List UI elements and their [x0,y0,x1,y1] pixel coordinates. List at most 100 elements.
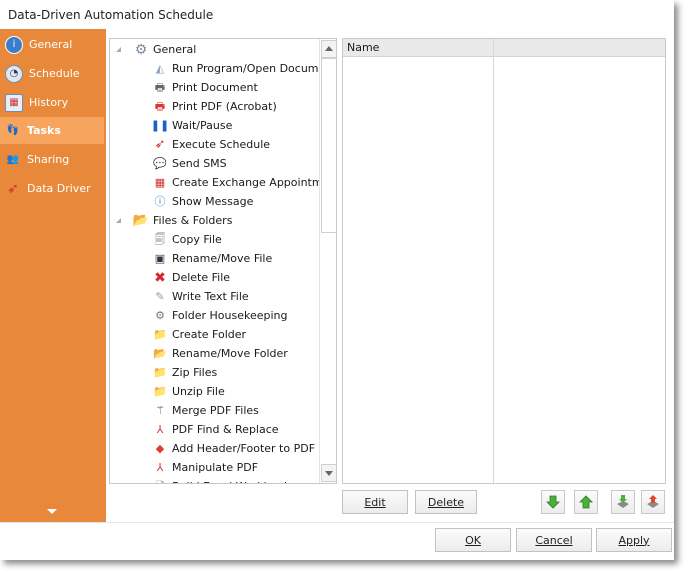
tree-item-label: Rename/Move File [172,252,273,265]
tree-item[interactable]: ➶ Execute Schedule [152,135,271,154]
sidebar-item-sharing[interactable]: 👥 Sharing [0,146,104,173]
calendar-clock-icon: ▦ [5,93,23,112]
tree-item[interactable]: ▣ Rename/Move File [152,249,272,268]
apply-button-label: Apply [618,533,650,547]
sms-icon: 💬 [153,156,167,170]
folder-icon: 📂 [132,212,150,228]
tree-item-label: Write Text File [172,290,249,303]
task-list: Name [342,38,666,484]
sidebar-item-tasks[interactable]: 👣 Tasks [0,117,104,144]
tree-item[interactable]: 📁 Zip Files [152,363,217,382]
tree-item[interactable]: ❚❚ Wait/Pause [151,116,233,135]
tree-item-label: Print Document [172,81,258,94]
edit-button[interactable]: Edit [342,490,408,514]
tree-item[interactable]: 🗋 Build Excel Workbook [152,477,291,484]
task-list-header: Name [343,39,665,57]
tree-item-label: Copy File [172,233,222,246]
tree-item[interactable]: ▦ Create Exchange Appointment [152,173,336,192]
tree-item-label: Rename/Move Folder [172,347,288,360]
clock-icon: ◔ [5,64,23,83]
tree-item-label: Print PDF (Acrobat) [172,100,277,113]
execute-icon: ➶ [154,136,166,152]
apply-button[interactable]: Apply [596,528,672,552]
sidebar-item-label: Schedule [29,67,80,80]
info-icon: ⓘ [154,194,166,208]
tree-group-label: Files & Folders [153,214,233,227]
tree-item[interactable]: 🗐 Copy File [152,230,222,249]
tree-item[interactable]: ✎ Write Text File [152,287,249,306]
dialog-window: Data-Driven Automation Schedule i Genera… [0,0,674,560]
tree-item[interactable]: ⅄ Manipulate PDF [152,458,258,477]
scroll-down-button[interactable] [321,464,336,482]
task-type-tree: ⚙ General ◭ Run Program/Open Document 🖶 … [109,38,337,484]
rename-file-icon: ▣ [154,251,166,265]
export-button[interactable] [641,490,665,514]
tree-scrollbar[interactable] [319,39,336,483]
sidebar-item-data-driver[interactable]: ➶ Data Driver [0,175,104,202]
window-title: Data-Driven Automation Schedule [8,8,214,22]
expander-icon[interactable] [116,47,121,52]
column-header-name[interactable]: Name [347,41,379,54]
cancel-button[interactable]: Cancel [516,528,592,552]
unzip-icon: 📁 [153,384,167,398]
gear-icon: ⚙ [134,41,148,58]
tree-item[interactable]: ⅄ PDF Find & Replace [152,420,279,439]
merge-pdf-icon: ⚚ [155,403,165,417]
tree-item[interactable]: ⓘ Show Message [152,192,254,211]
tree-item-label: Execute Schedule [172,138,271,151]
sidebar-item-schedule[interactable]: ◔ Schedule [0,60,104,87]
scroll-thumb[interactable] [321,58,336,233]
tree-item[interactable]: ◆ Add Header/Footer to PDF [152,439,315,458]
tree-group-files-folders[interactable]: 📂 Files & Folders [116,211,232,230]
tree-item[interactable]: ⚙ Folder Housekeeping [152,306,287,325]
info-icon: i [5,35,23,54]
move-down-button[interactable] [541,490,565,514]
write-text-icon: ✎ [155,289,165,303]
tree-group-general[interactable]: ⚙ General [116,40,196,59]
chevron-down-icon[interactable] [47,509,57,514]
tree-item[interactable]: 📂 Rename/Move Folder [152,344,288,363]
import-button[interactable] [611,490,635,514]
tree-item[interactable]: ◭ Run Program/Open Document [152,59,337,78]
tree-item[interactable]: 🖶 Print Document [152,78,258,97]
column-divider [493,39,494,483]
tree-item[interactable]: 📁 Unzip File [152,382,225,401]
tree-item-label: Merge PDF Files [172,404,259,417]
tree-item-label: Show Message [172,195,254,208]
ok-button[interactable]: OK [435,528,511,552]
tree-item-label: Delete File [172,271,231,284]
tree-item[interactable]: ✖ Delete File [152,268,230,287]
sidebar-item-label: Sharing [27,153,70,166]
export-icon [647,495,659,508]
excel-icon: 🗋 [152,479,168,484]
tree-item-label: Manipulate PDF [172,461,259,474]
pdf-icon: ⅄ [156,460,164,474]
footer-divider [0,522,674,523]
delete-icon: ✖ [154,269,166,286]
create-folder-icon: 📁 [153,327,167,341]
tree-group-label: General [153,43,197,56]
tree-item[interactable]: 📁 Create Folder [152,325,246,344]
tree-item-label: Wait/Pause [172,119,233,132]
delete-button[interactable]: Delete [415,490,477,514]
tree-item-label: PDF Find & Replace [172,423,279,436]
scroll-up-button[interactable] [321,40,336,58]
sidebar-item-label: Tasks [27,124,61,137]
sidebar-item-label: Data Driver [27,182,91,195]
tree-item[interactable]: ⚚ Merge PDF Files [152,401,259,420]
tree-item-label: Folder Housekeeping [172,309,288,322]
arrow-up-icon [579,495,593,509]
footprints-add-icon: 👣 [6,125,20,136]
tree-item-label: Unzip File [172,385,225,398]
sidebar-item-history[interactable]: ▦ History [0,89,104,116]
tree-item-label: Create Folder [172,328,247,341]
pdf-header-icon: ◆ [155,441,165,455]
tree-item[interactable]: 💬 Send SMS [152,154,227,173]
expander-icon[interactable] [116,218,121,223]
tree-item[interactable]: 🖶 Print PDF (Acrobat) [152,97,277,116]
sidebar-item-general[interactable]: i General [0,31,104,58]
sidebar-item-label: History [29,96,69,109]
move-up-button[interactable] [574,490,598,514]
tree-item-label: Zip Files [172,366,218,379]
tree-item-label: Run Program/Open Document [172,62,337,75]
